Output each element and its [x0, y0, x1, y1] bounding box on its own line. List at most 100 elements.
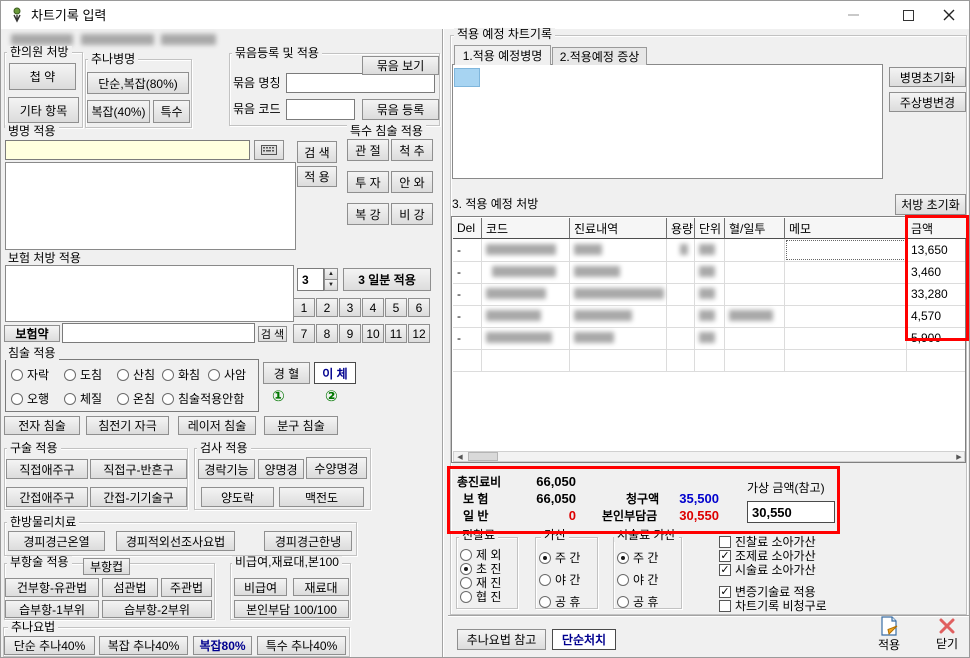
insurance-listbox[interactable] [5, 265, 294, 322]
days-apply-button[interactable]: 3 일분 적용 [343, 268, 431, 291]
simple-treatment-button[interactable]: 단순처치 [552, 629, 616, 650]
chuna-complex40-button[interactable]: 복잡 추나40% [99, 636, 188, 655]
exam-meridian-func-button[interactable]: 경락기능 [198, 459, 255, 479]
rx-reset-button[interactable]: 처방 초기화 [895, 194, 966, 215]
acu-radio-dochim[interactable]: 도침 [64, 366, 102, 383]
exam-suyangmyeong-button[interactable]: 수양명경 [306, 457, 367, 479]
special-acu-joint-button[interactable]: 관 절 [347, 139, 389, 161]
meridian-point-button[interactable]: 경 혈 [263, 362, 310, 384]
day-button-8[interactable]: 8 [316, 324, 338, 343]
uninsured-button[interactable]: 비급여 [234, 578, 287, 596]
moxa-button-indirect[interactable]: 간접애주구 [6, 487, 88, 507]
chuna-reference-button[interactable]: 추나요법 참고 [457, 629, 546, 650]
proc-surcharge-radio-day[interactable]: 주 간 [617, 549, 658, 566]
bundle-view-button[interactable]: 묶음 보기 [362, 56, 439, 75]
day-button-2[interactable]: 2 [316, 298, 338, 317]
col-amount[interactable]: 금액 [907, 218, 966, 239]
virtual-keyboard-button[interactable] [254, 140, 284, 160]
moxa-button-indirect-device[interactable]: 간접-기기술구 [90, 487, 187, 507]
cell-del[interactable]: - [453, 239, 481, 261]
special-acu-orbit-button[interactable]: 안 와 [391, 171, 433, 193]
physio-cold-button[interactable]: 경피경근한냉 [264, 531, 352, 551]
bungu-acu-button[interactable]: 분구 침술 [264, 416, 338, 435]
chuna-complex80-button[interactable]: 복잡80% [193, 636, 252, 655]
special-acu-tuja-button[interactable]: 투 자 [347, 171, 389, 193]
day-button-11[interactable]: 11 [385, 324, 407, 343]
days-spinner[interactable]: 3 [297, 268, 324, 291]
col-dose[interactable]: 용량 [667, 218, 695, 239]
bundle-code-input[interactable] [286, 99, 355, 120]
laser-acu-button[interactable]: 레이저 침술 [178, 416, 256, 435]
col-freq[interactable]: 혈/일투 [725, 218, 785, 239]
moxa-button-direct[interactable]: 직접애주구 [6, 459, 88, 479]
decoction-button[interactable]: 첩 약 [9, 63, 76, 90]
acu-radio-none[interactable]: 침술적용안함 [162, 390, 244, 407]
hscroll-left-arrow[interactable]: ◀ [454, 452, 466, 461]
acu-radio-ohaeng[interactable]: 오행 [11, 390, 49, 407]
diagnosis-listbox[interactable] [5, 162, 296, 250]
cell-del[interactable]: - [453, 305, 481, 327]
chuna-special-button[interactable]: 특수 [153, 100, 190, 123]
chuna-special40-button[interactable]: 특수 추나40% [257, 636, 346, 655]
col-del[interactable]: Del [453, 218, 482, 239]
diagnosis-reset-button[interactable]: 병명초기화 [889, 67, 966, 87]
insurance-drug-input[interactable] [62, 323, 255, 343]
close-button[interactable]: 닫기 [925, 616, 969, 656]
col-memo[interactable]: 메모 [785, 218, 907, 239]
exam-maekjeondo-button[interactable]: 맥전도 [279, 487, 364, 507]
hscroll-right-arrow[interactable]: ▶ [953, 452, 965, 461]
bundle-register-button[interactable]: 묶음 등록 [362, 99, 439, 120]
cupping-wet1-button[interactable]: 습부항-1부위 [5, 600, 99, 618]
days-spinner-down[interactable]: ▼ [324, 279, 338, 291]
minimize-button[interactable] [831, 1, 876, 29]
cell-del[interactable]: - [453, 283, 481, 305]
selected-diagnosis-cell[interactable] [454, 68, 480, 87]
col-code[interactable]: 코드 [482, 218, 570, 239]
surcharge-radio-holiday[interactable]: 공 휴 [539, 593, 580, 610]
apply-button[interactable]: 적용 [867, 616, 911, 656]
close-window-button[interactable] [926, 1, 970, 29]
transfer-button[interactable]: 이 체 [314, 362, 356, 384]
acu-radio-sanchim[interactable]: 산침 [117, 366, 155, 383]
pediatric-procedure-surcharge-checkbox[interactable]: 시술료 소아가산 [719, 561, 816, 578]
acu-radio-onchim[interactable]: 온침 [117, 390, 155, 407]
virtual-amount-input[interactable]: 30,550 [747, 501, 835, 523]
day-button-6[interactable]: 6 [408, 298, 430, 317]
needle-stim-button[interactable]: 침전기 자극 [86, 416, 169, 435]
maximize-button[interactable] [886, 1, 931, 29]
bundle-name-input[interactable] [286, 73, 435, 93]
physio-infrared-button[interactable]: 경피적외선조사요법 [116, 531, 235, 551]
material-cost-button[interactable]: 재료대 [293, 578, 349, 596]
day-button-4[interactable]: 4 [362, 298, 384, 317]
diagnosis-search-input[interactable] [5, 140, 250, 160]
cupping-retained-button[interactable]: 주관법 [161, 578, 212, 597]
surcharge-radio-day[interactable]: 주 간 [539, 549, 580, 566]
acu-radio-jarak[interactable]: 자락 [11, 366, 49, 383]
electro-acu-button[interactable]: 전자 침술 [4, 416, 80, 435]
exam-fee-radio-consult[interactable]: 협 진 [460, 588, 501, 605]
acu-radio-saam[interactable]: 사암 [208, 366, 246, 383]
col-treatment[interactable]: 진료내역 [570, 218, 667, 239]
insurance-drug-button[interactable]: 보험약 [4, 325, 60, 342]
cupping-cup-button[interactable]: 부항컵 [83, 558, 130, 575]
diagnosis-apply-button[interactable]: 적 용 [297, 166, 337, 187]
exam-yangmyeong-button[interactable]: 양명경 [258, 459, 304, 479]
planned-diagnosis-list[interactable] [452, 64, 883, 179]
insurance-drug-search-button[interactable]: 검 색 [258, 326, 287, 342]
tab-planned-diagnosis[interactable]: 1.적용 예정병명 [454, 45, 551, 65]
panel-splitter[interactable] [442, 29, 444, 658]
proc-surcharge-radio-night[interactable]: 야 간 [617, 571, 658, 588]
acu-radio-chejil[interactable]: 체질 [64, 390, 102, 407]
proc-surcharge-radio-holiday[interactable]: 공 휴 [617, 593, 658, 610]
no-claim-record-checkbox[interactable]: 차트기록 비청구로 [719, 597, 827, 614]
day-button-7[interactable]: 7 [293, 324, 315, 343]
day-button-12[interactable]: 12 [408, 324, 430, 343]
tab-planned-symptoms[interactable]: 2.적용예정 증상 [552, 47, 647, 65]
cupping-wet2-button[interactable]: 습부항-2부위 [102, 600, 212, 618]
moxa-button-direct-scar[interactable]: 직접구-반흔구 [90, 459, 187, 479]
day-button-3[interactable]: 3 [339, 298, 361, 317]
acu-radio-hwachim[interactable]: 화침 [162, 366, 200, 383]
surcharge-radio-night[interactable]: 야 간 [539, 571, 580, 588]
special-acu-abdomen-button[interactable]: 복 강 [347, 203, 389, 225]
other-items-button[interactable]: 기타 항목 [8, 97, 79, 123]
